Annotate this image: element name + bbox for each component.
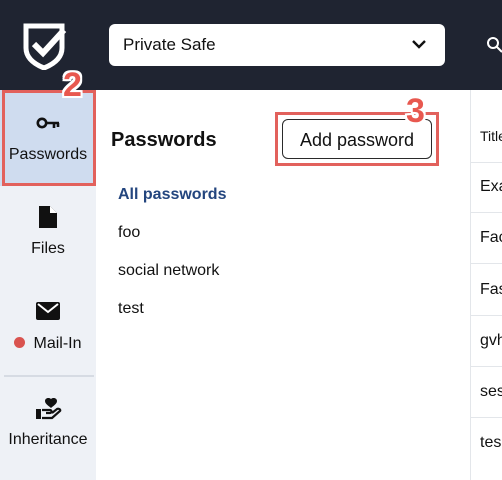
table-divider [470,90,471,480]
file-icon [39,206,57,228]
envelope-icon [36,302,60,320]
table-row[interactable]: tes [480,434,501,452]
mail-in-label: Mail-In [33,335,82,352]
row-divider [471,212,502,213]
status-dot [14,337,26,349]
search-icon[interactable] [486,36,502,54]
shield-check-icon[interactable] [20,22,68,70]
chevron-down-icon [412,40,426,49]
row-divider [471,162,502,163]
row-divider [471,417,502,418]
column-header-title[interactable]: Title [480,128,502,144]
sidebar-item-label: Files [31,240,65,257]
sidebar-item-files[interactable]: Files [0,190,96,280]
sidebar-item-label: Inheritance [8,431,88,448]
row-divider [471,366,502,367]
step-badge-3: 3 [406,92,425,130]
folder-item[interactable]: foo [118,224,140,242]
table-row[interactable]: gvh [480,332,502,350]
safe-select-value: Private Safe [123,35,216,54]
table-row[interactable]: Fas [480,281,502,299]
highlight-box-passwords [2,90,96,186]
folder-all-passwords[interactable]: All passwords [118,186,226,204]
table-row[interactable]: Fac [480,229,502,247]
heart-hand-icon [36,398,62,420]
sidebar-divider [4,375,94,377]
folder-item[interactable]: social network [118,262,219,280]
sidebar-item-mail-in[interactable]: Mail-In [0,285,96,373]
row-divider [471,315,502,316]
page-title: Passwords [111,129,217,151]
sidebar-item-label: Mail-In [0,335,96,353]
folder-item[interactable]: test [118,300,144,318]
step-badge-2: 2 [63,66,82,104]
safe-select[interactable]: Private Safe [109,24,445,66]
sidebar-item-inheritance[interactable]: Inheritance [0,380,96,470]
table-row[interactable]: Exa [480,178,502,196]
row-divider [471,263,502,264]
table-row[interactable]: ses [480,383,502,401]
